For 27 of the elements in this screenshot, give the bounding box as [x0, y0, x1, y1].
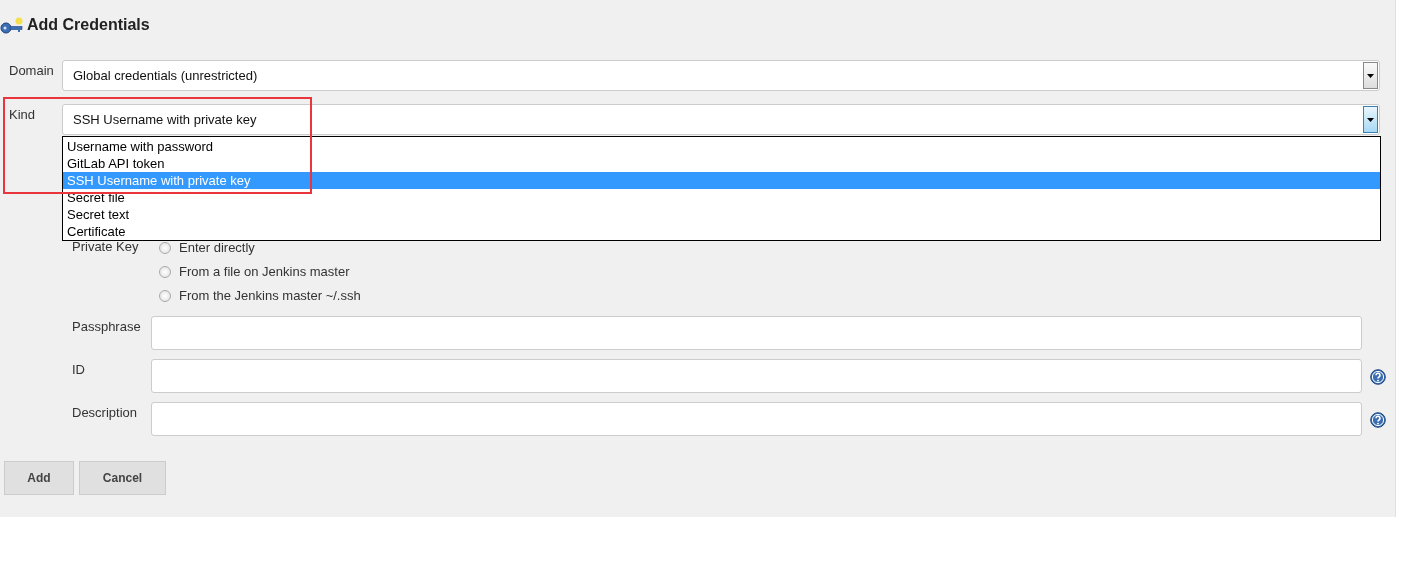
dropdown-option[interactable]: Username with password: [63, 138, 1380, 155]
form-button[interactable]: Cancel: [79, 461, 166, 495]
radio-label[interactable]: From the Jenkins master ~/.ssh: [179, 288, 361, 303]
field-label: Private Key: [72, 239, 140, 254]
text-input[interactable]: [151, 402, 1362, 436]
text-input[interactable]: [151, 359, 1362, 393]
radio-button[interactable]: [159, 265, 171, 278]
radio-label[interactable]: From a file on Jenkins master: [179, 264, 350, 279]
text-input[interactable]: [151, 316, 1362, 350]
dropdown-option[interactable]: Certificate: [63, 223, 1380, 240]
radio-button[interactable]: [159, 289, 171, 302]
dropdown-option[interactable]: GitLab API token: [63, 155, 1380, 172]
field-label: Domain: [9, 62, 55, 78]
radio-label[interactable]: Enter directly: [179, 240, 255, 255]
help-icon[interactable]: [1370, 369, 1386, 385]
dropdown-select[interactable]: SSH Username with private key: [62, 104, 1380, 135]
key-icon: [0, 17, 24, 35]
help-icon[interactable]: [1370, 412, 1386, 428]
page-title: Add Credentials: [27, 16, 150, 34]
field-label: Description: [72, 404, 139, 420]
field-label: Passphrase: [72, 318, 142, 334]
dropdown-select[interactable]: Global credentials (unrestricted): [62, 60, 1380, 91]
dropdown-option[interactable]: Secret text: [63, 206, 1380, 223]
form-button[interactable]: Add: [4, 461, 74, 495]
radio-button[interactable]: [159, 241, 171, 254]
field-label: ID: [72, 361, 86, 377]
field-label: Kind: [9, 106, 37, 122]
